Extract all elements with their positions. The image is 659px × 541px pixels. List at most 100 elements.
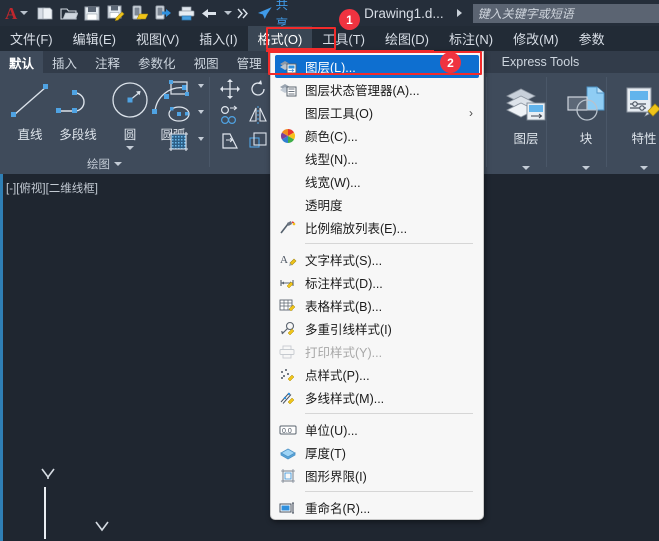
format-menu-item[interactable]: 线宽(W)... bbox=[271, 170, 483, 193]
open-file-icon[interactable] bbox=[57, 0, 81, 26]
format-menu-item[interactable]: 0.0 单位(U)... bbox=[271, 418, 483, 441]
panel-layers-expand[interactable] bbox=[500, 166, 552, 170]
format-menu-item-label: 厚度(T) bbox=[305, 447, 346, 461]
menubar-item-label: 绘图(D) bbox=[384, 32, 430, 47]
line-button-label: 直线 bbox=[17, 128, 43, 142]
format-menu-item[interactable]: 透明度 bbox=[271, 193, 483, 216]
mirror-icon bbox=[249, 106, 267, 124]
layer-icon bbox=[275, 57, 301, 77]
move-button[interactable] bbox=[220, 79, 240, 104]
menubar-item-8[interactable]: 修改(M) bbox=[503, 26, 569, 51]
menubar-item-9[interactable]: 参数 bbox=[569, 26, 615, 51]
save-icon[interactable] bbox=[80, 0, 104, 26]
format-menu-item[interactable]: 图层状态管理器(A)... bbox=[271, 78, 483, 101]
rename-icon bbox=[275, 498, 301, 518]
mirror-button[interactable] bbox=[248, 105, 268, 130]
format-menu-item-label: 重命名(R)... bbox=[305, 502, 371, 516]
autocad-a-icon: A bbox=[5, 3, 18, 23]
rectangle-button[interactable] bbox=[166, 77, 204, 104]
circle-dropdown-icon[interactable] bbox=[126, 146, 134, 150]
line-icon bbox=[11, 84, 48, 117]
ellipse-button[interactable] bbox=[166, 103, 204, 130]
search-input[interactable]: 键入关键字或短语 bbox=[472, 3, 659, 23]
line-button[interactable]: 直线 bbox=[4, 79, 56, 143]
ribbon-tab-2[interactable]: 注释 bbox=[86, 51, 129, 73]
ribbon-tab-4[interactable]: 视图 bbox=[185, 51, 228, 73]
menubar-item-6[interactable]: 绘图(D) bbox=[375, 26, 439, 51]
menubar-item-label: 工具(T) bbox=[322, 32, 365, 47]
scale-icon bbox=[249, 132, 267, 148]
properties-button-label: 特性 bbox=[631, 132, 657, 146]
panel-divider-3 bbox=[546, 77, 547, 167]
canvas-left-edge bbox=[0, 174, 3, 541]
rotate-button[interactable] bbox=[248, 79, 268, 104]
menubar-item-1[interactable]: 编辑(E) bbox=[63, 26, 126, 51]
format-menu-item[interactable]: 表格样式(B)... bbox=[271, 294, 483, 317]
menubar-item-2[interactable]: 视图(V) bbox=[126, 26, 189, 51]
document-list-arrow-icon[interactable] bbox=[456, 9, 462, 17]
new-file-icon[interactable] bbox=[33, 0, 57, 26]
menu-separator bbox=[305, 413, 473, 414]
ribbon-tab-0[interactable]: 默认 bbox=[0, 51, 44, 73]
format-menu-item-label: 颜色(C)... bbox=[305, 130, 358, 144]
format-menu-item[interactable]: 多重引线样式(I) bbox=[271, 317, 483, 340]
save-as-icon[interactable] bbox=[104, 0, 128, 26]
open-from-web-icon[interactable] bbox=[127, 0, 151, 26]
share-button[interactable]: 共享 bbox=[253, 0, 304, 31]
format-menu-item[interactable]: 厚度(T) bbox=[271, 441, 483, 464]
panel-draw-label: 绘图 bbox=[87, 159, 110, 171]
menubar-item-3[interactable]: 插入(I) bbox=[189, 26, 247, 51]
menubar-item-label: 视图(V) bbox=[135, 32, 180, 47]
format-menu-item[interactable]: 标注样式(D)... bbox=[271, 271, 483, 294]
point-style-icon bbox=[275, 365, 301, 385]
application-menu-button[interactable]: A bbox=[0, 0, 33, 26]
plot-icon[interactable] bbox=[175, 0, 199, 26]
undo-dropdown-icon[interactable] bbox=[222, 0, 236, 26]
viewport-controls-label[interactable]: [-][俯视][二维线框] bbox=[6, 180, 98, 196]
ribbon-tab-label: 参数化 bbox=[138, 56, 176, 71]
format-menu-item[interactable]: 比例缩放列表(E)... bbox=[271, 216, 483, 239]
save-to-web-icon[interactable] bbox=[151, 0, 175, 26]
hatch-button[interactable] bbox=[166, 130, 204, 159]
scale-list-icon bbox=[275, 218, 301, 238]
format-menu-item[interactable]: 重命名(R)... bbox=[271, 496, 483, 519]
format-menu-item-label: 线型(N)... bbox=[305, 153, 358, 167]
format-menu-item[interactable]: 点样式(P)... bbox=[271, 363, 483, 386]
format-menu-item[interactable]: 图层工具(O) › bbox=[271, 101, 483, 124]
format-menu-item[interactable]: 颜色(C)... bbox=[271, 124, 483, 147]
format-menu-item[interactable]: 多线样式(M)... bbox=[271, 386, 483, 409]
panel-draw-title[interactable]: 绘图 bbox=[0, 156, 209, 172]
format-menu-item[interactable]: 图形界限(I) bbox=[271, 464, 483, 487]
format-menu-item: 打印样式(Y)... bbox=[271, 340, 483, 363]
menu-separator bbox=[305, 491, 473, 492]
ribbon-tab-3[interactable]: 参数化 bbox=[129, 51, 185, 73]
panel-properties-expand[interactable] bbox=[618, 166, 659, 170]
more-commands-icon[interactable] bbox=[235, 0, 253, 26]
undo-icon[interactable] bbox=[198, 0, 222, 26]
share-arrow-icon bbox=[257, 7, 272, 19]
ribbon-tab-10[interactable]: Express Tools bbox=[493, 51, 589, 73]
search-placeholder: 键入关键字或短语 bbox=[477, 6, 574, 21]
layers-button[interactable]: 图层 bbox=[500, 85, 552, 147]
polyline-button[interactable]: 多段线 bbox=[52, 79, 104, 143]
format-menu-item[interactable]: 线型(N)... bbox=[271, 147, 483, 170]
ribbon-tab-label: 插入 bbox=[52, 56, 78, 71]
block-button[interactable]: 块 bbox=[560, 85, 612, 147]
stretch-button[interactable] bbox=[220, 131, 242, 156]
copy-button[interactable] bbox=[220, 105, 242, 130]
format-menu-item-label: 多重引线样式(I) bbox=[305, 323, 392, 337]
menubar-item-4[interactable]: 格式(O) bbox=[247, 26, 313, 51]
properties-button[interactable]: 特性 bbox=[618, 85, 659, 147]
panel-divider-2 bbox=[486, 77, 487, 167]
format-menu-item-label: 标注样式(D)... bbox=[305, 277, 383, 291]
layers-button-label: 图层 bbox=[513, 132, 539, 146]
ribbon-tab-5[interactable]: 管理 bbox=[228, 51, 271, 73]
ribbon-tab-1[interactable]: 插入 bbox=[43, 51, 86, 73]
menubar-item-0[interactable]: 文件(F) bbox=[0, 26, 63, 51]
menubar-item-5[interactable]: 工具(T) bbox=[312, 26, 375, 51]
format-menu-item[interactable]: A 文字样式(S)... bbox=[271, 248, 483, 271]
scale-button[interactable] bbox=[248, 131, 268, 156]
panel-block-expand[interactable] bbox=[560, 166, 612, 170]
menubar-item-7[interactable]: 标注(N) bbox=[439, 26, 503, 51]
chevron-right-icon: › bbox=[469, 105, 473, 120]
